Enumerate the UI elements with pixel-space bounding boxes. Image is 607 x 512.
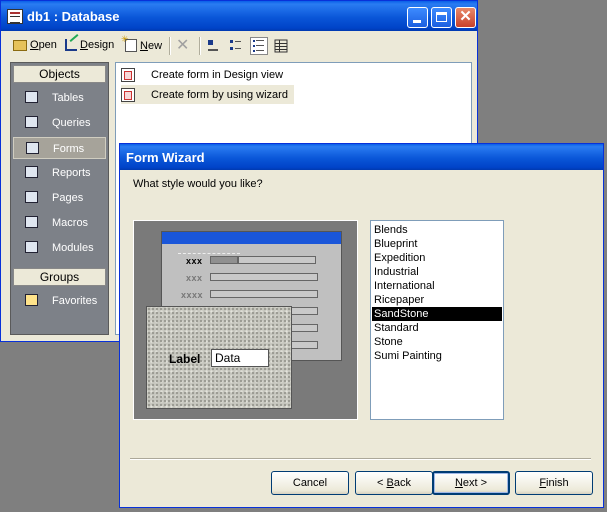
delete-button[interactable]: ✕	[176, 35, 189, 55]
style-item[interactable]: Expedition	[372, 251, 502, 265]
database-icon	[7, 9, 23, 24]
form-shortcut-icon	[121, 87, 135, 102]
preview-zoom-label: Label	[169, 352, 201, 366]
object-tables[interactable]: Tables	[13, 87, 106, 109]
style-item-selected[interactable]: SandStone	[372, 307, 502, 321]
page-icon	[25, 191, 38, 203]
maximize-icon	[436, 12, 447, 22]
finish-button[interactable]: Finish	[515, 471, 593, 495]
objects-pane: Objects Tables Queries Forms Reports Pag…	[10, 62, 109, 335]
preview-field	[210, 290, 318, 298]
close-icon: ✕	[459, 8, 472, 25]
form-shortcut-icon	[121, 67, 135, 82]
wizard-divider	[130, 458, 591, 460]
style-item[interactable]: Industrial	[372, 265, 502, 279]
style-item[interactable]: Ricepaper	[372, 293, 502, 307]
list-view-icon	[253, 40, 264, 52]
style-item[interactable]: International	[372, 279, 502, 293]
style-item[interactable]: Standard	[372, 321, 502, 335]
list-item-design-view[interactable]: Create form in Design view	[121, 65, 289, 84]
database-title-bar[interactable]: db1 : Database ✕	[1, 1, 477, 31]
macro-icon	[25, 216, 38, 228]
wizard-title: Form Wizard	[126, 150, 205, 165]
back-button[interactable]: < Back	[355, 471, 433, 495]
next-button[interactable]: Next >	[432, 471, 510, 495]
object-pages[interactable]: Pages	[13, 187, 106, 209]
preview-zoom-outline	[178, 253, 240, 254]
form-icon	[26, 142, 39, 154]
large-icons-button[interactable]	[206, 39, 220, 53]
toolbar-separator	[169, 37, 171, 55]
new-object-icon	[121, 34, 137, 52]
preview-form-header	[162, 232, 341, 244]
group-favorites[interactable]: Favorites	[13, 290, 106, 312]
details-view-button[interactable]	[274, 39, 288, 53]
database-window-title: db1 : Database	[27, 9, 120, 24]
report-icon	[25, 166, 38, 178]
table-icon	[25, 91, 38, 103]
maximize-button[interactable]	[431, 7, 452, 28]
small-icons-icon	[230, 40, 241, 50]
query-icon	[25, 116, 38, 128]
module-icon	[25, 241, 38, 253]
minimize-button[interactable]	[407, 7, 428, 28]
open-button[interactable]: Open	[13, 39, 57, 51]
favorites-icon	[25, 294, 38, 306]
object-reports[interactable]: Reports	[13, 162, 106, 184]
preview-row-label: xxx	[186, 273, 203, 283]
new-button[interactable]: New	[121, 34, 162, 52]
preview-field	[210, 256, 238, 264]
style-item[interactable]: Blends	[372, 223, 502, 237]
object-forms[interactable]: Forms	[13, 137, 106, 159]
database-toolbar: Open Design New ✕	[1, 32, 477, 60]
large-icons-icon	[208, 40, 218, 51]
delete-x-icon: ✕	[176, 37, 190, 54]
minimize-icon	[413, 20, 421, 23]
cancel-button[interactable]: Cancel	[271, 471, 349, 495]
style-list[interactable]: Blends Blueprint Expedition Industrial I…	[370, 220, 504, 420]
design-button[interactable]: Design	[65, 39, 114, 51]
preview-row-label: xxx	[186, 256, 203, 266]
open-folder-icon	[13, 39, 27, 51]
details-view-icon	[274, 39, 288, 53]
wizard-title-bar[interactable]: Form Wizard	[120, 144, 603, 170]
preview-zoom-data: Data	[211, 349, 269, 367]
design-ruler-icon	[65, 39, 77, 51]
objects-header[interactable]: Objects	[13, 65, 106, 83]
list-view-button[interactable]	[250, 37, 268, 55]
small-icons-button[interactable]	[229, 39, 243, 53]
style-item[interactable]: Sumi Painting	[372, 349, 502, 363]
style-preview: xxx xxx xxxx Label Data	[133, 220, 358, 420]
preview-field	[238, 256, 316, 264]
style-question: What style would you like?	[133, 178, 263, 190]
object-queries[interactable]: Queries	[13, 112, 106, 134]
groups-header[interactable]: Groups	[13, 268, 106, 286]
object-macros[interactable]: Macros	[13, 212, 106, 234]
close-button[interactable]: ✕	[455, 7, 476, 28]
preview-field	[210, 273, 318, 281]
preview-zoom-panel: Label Data	[146, 306, 292, 409]
list-item-wizard[interactable]: Create form by using wizard	[121, 85, 294, 104]
form-wizard-dialog: Form Wizard What style would you like? x…	[119, 143, 604, 508]
style-item[interactable]: Blueprint	[372, 237, 502, 251]
preview-row-label: xxxx	[181, 290, 204, 300]
style-item[interactable]: Stone	[372, 335, 502, 349]
toolbar-separator	[199, 37, 201, 55]
object-modules[interactable]: Modules	[13, 237, 106, 259]
